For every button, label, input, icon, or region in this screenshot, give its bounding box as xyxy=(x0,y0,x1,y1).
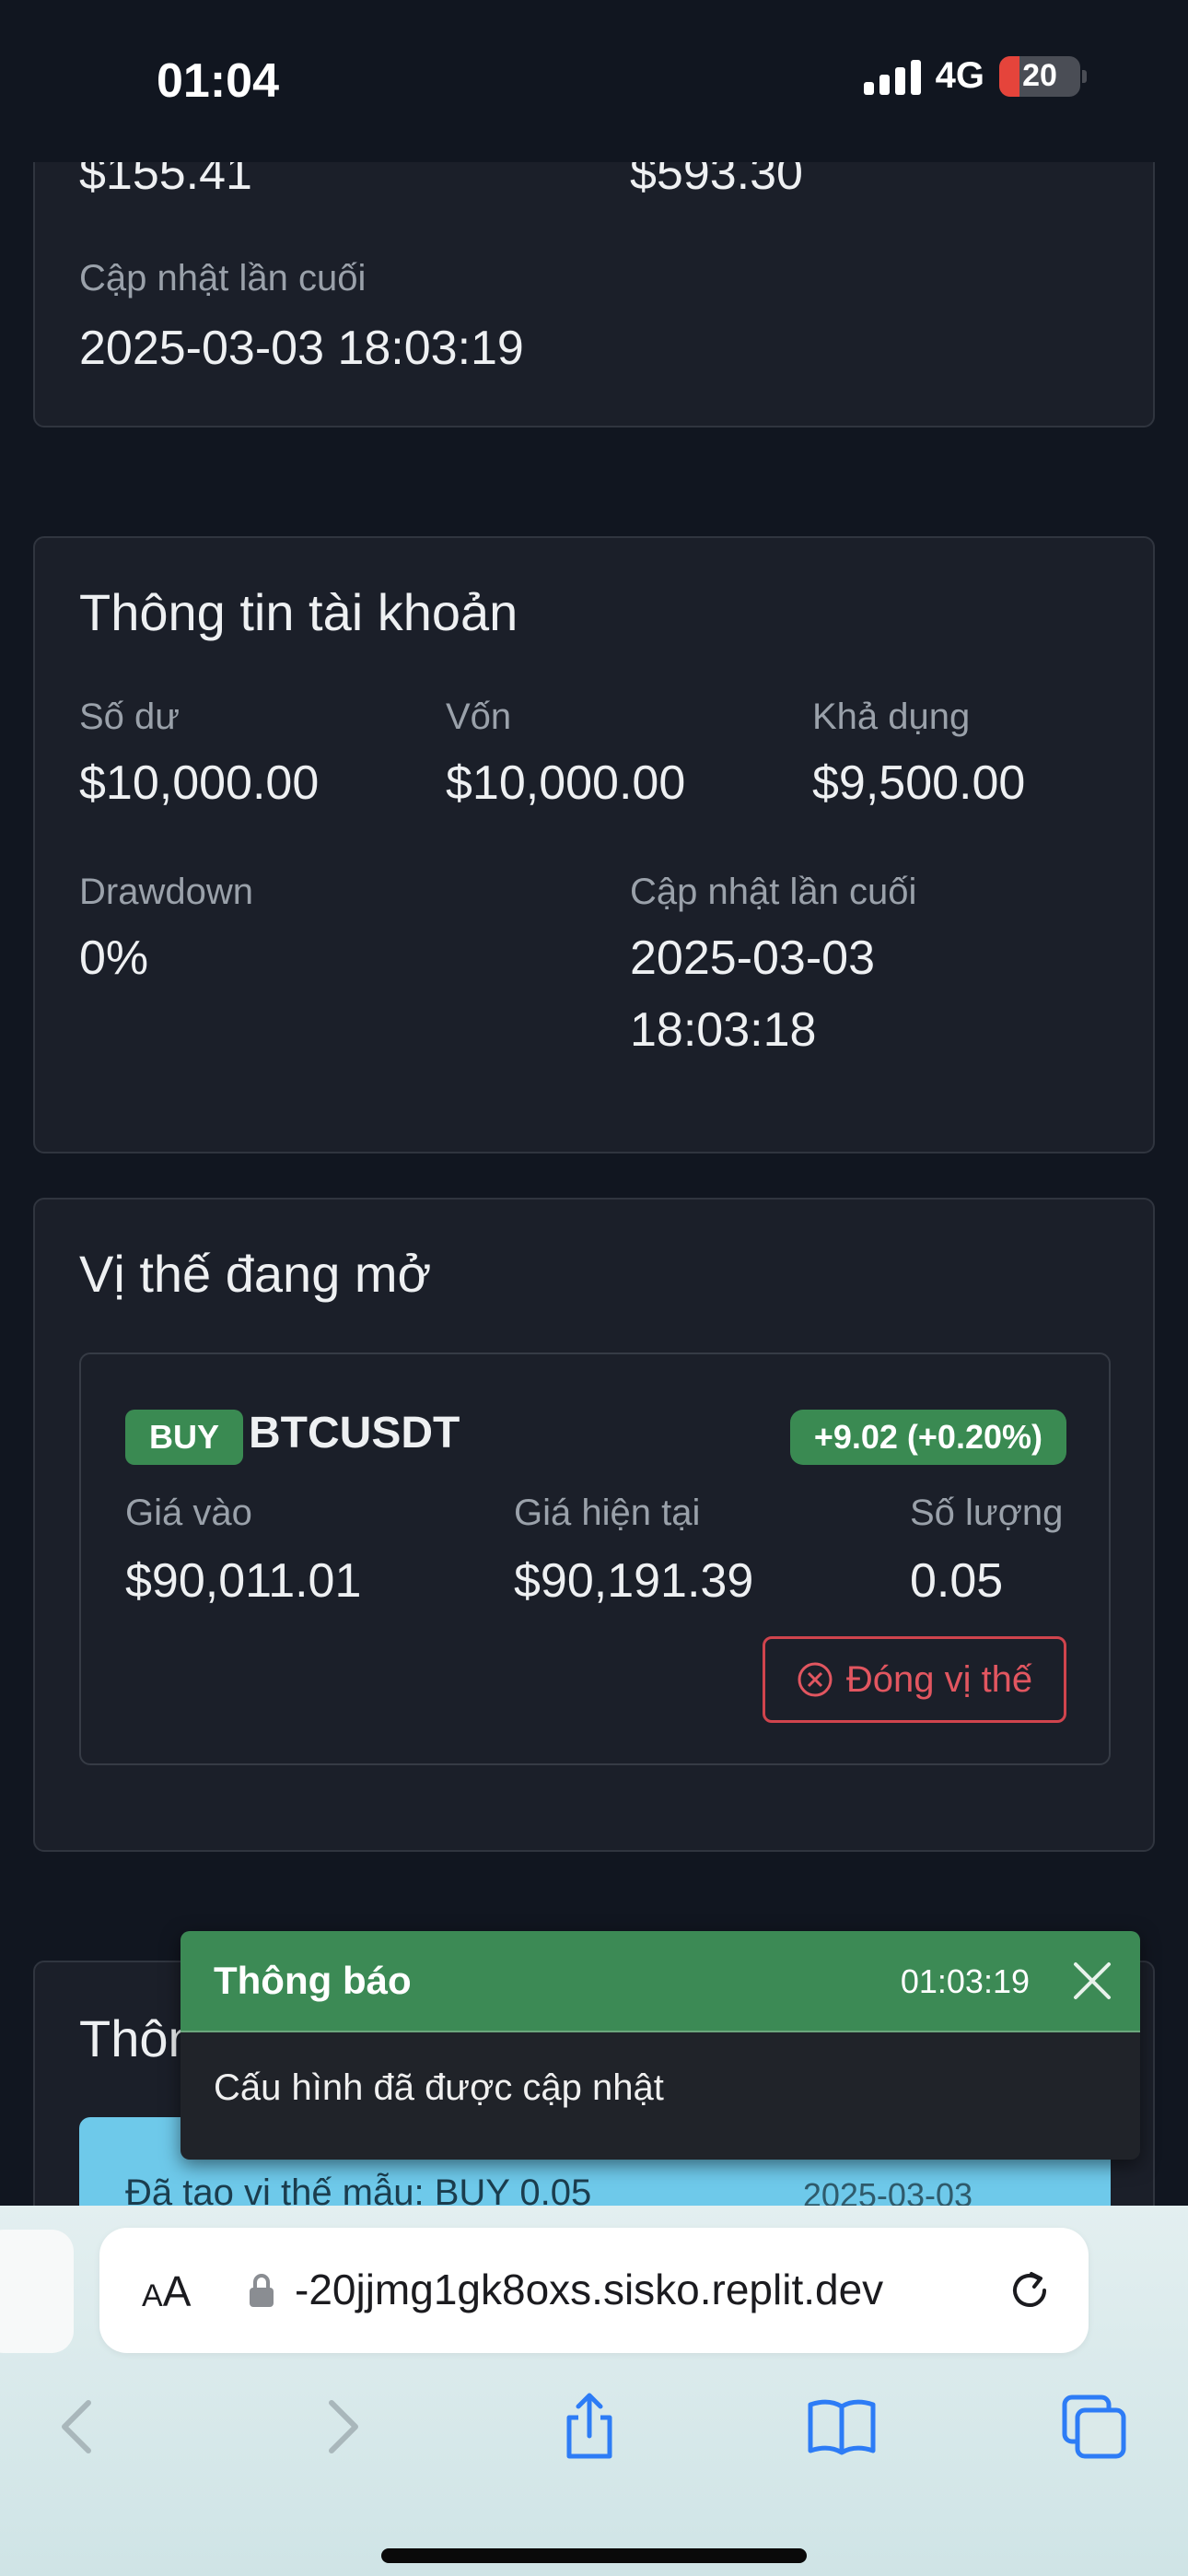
status-time: 01:04 xyxy=(157,54,279,108)
back-icon[interactable] xyxy=(44,2390,118,2464)
toast-title: Thông báo xyxy=(214,1959,412,2002)
battery-tip xyxy=(1082,69,1087,83)
current-price-value: $90,191.39 xyxy=(514,1554,754,1608)
equity-value: $10,000.00 xyxy=(446,756,686,810)
address-bar[interactable]: AA -20jjmg1gk8oxs.sisko.replit.dev xyxy=(99,2228,1089,2353)
home-indicator xyxy=(381,2548,807,2563)
reload-icon[interactable] xyxy=(1004,2265,1055,2316)
battery-icon: 20 xyxy=(999,55,1080,97)
account-last-update-date: 2025-03-03 xyxy=(630,931,875,985)
network-type: 4G xyxy=(935,55,984,96)
quantity-value: 0.05 xyxy=(910,1554,1004,1608)
battery-level: 20 xyxy=(1022,58,1057,93)
summary-last-update-value: 2025-03-03 18:03:19 xyxy=(79,322,524,375)
account-last-update-label: Cập nhật lần cuối xyxy=(630,872,917,912)
account-card: Thông tin tài khoản Số dư $10,000.00 Vốn… xyxy=(33,536,1155,1153)
quantity-label: Số lượng xyxy=(910,1493,1064,1533)
forward-icon[interactable] xyxy=(302,2390,376,2464)
lock-icon xyxy=(250,2274,274,2307)
balance-label: Số dư xyxy=(79,697,181,737)
close-position-button[interactable]: Đóng vị thế xyxy=(763,1636,1066,1723)
browser-bottom-bar: AA -20jjmg1gk8oxs.sisko.replit.dev xyxy=(0,2206,1188,2576)
position-item: BUY BTCUSDT +9.02 (+0.20%) Giá vào $90,0… xyxy=(79,1352,1111,1765)
pnl-badge: +9.02 (+0.20%) xyxy=(789,1410,1066,1465)
browser-toolbar xyxy=(0,2381,1188,2482)
share-icon[interactable] xyxy=(553,2390,626,2464)
bookmarks-icon[interactable] xyxy=(805,2390,879,2464)
positions-card: Vị thế đang mở BUY BTCUSDT +9.02 (+0.20%… xyxy=(33,1198,1155,1852)
url-text[interactable]: -20jjmg1gk8oxs.sisko.replit.dev xyxy=(295,2265,883,2314)
signal-icon xyxy=(863,58,921,95)
log-title: Thôn xyxy=(79,2009,197,2067)
previous-tab-peek[interactable] xyxy=(0,2230,74,2353)
account-last-update-time: 18:03:18 xyxy=(630,1003,817,1057)
equity-label: Vốn xyxy=(446,697,512,737)
available-value: $9,500.00 xyxy=(812,756,1026,810)
tabs-icon[interactable] xyxy=(1057,2390,1131,2464)
reader-settings-button[interactable]: AA xyxy=(142,2266,191,2316)
position-symbol: BTCUSDT xyxy=(249,1409,460,1458)
toast-message: Cấu hình đã được cập nhật xyxy=(214,2067,664,2108)
close-position-label: Đóng vị thế xyxy=(845,1658,1033,1700)
status-bar: 01:04 4G 20 xyxy=(0,0,1188,162)
positions-title: Vị thế đang mở xyxy=(79,1245,432,1303)
toast-header: Thông báo 01:03:19 xyxy=(181,1931,1140,2032)
available-label: Khả dụng xyxy=(812,697,971,737)
toast-time: 01:03:19 xyxy=(900,1962,1030,2000)
toast-notification: Thông báo 01:03:19 Cấu hình đã được cập … xyxy=(181,1931,1140,2160)
balance-value: $10,000.00 xyxy=(79,756,320,810)
side-badge: BUY xyxy=(125,1410,244,1465)
close-circle-icon xyxy=(798,1662,833,1697)
entry-price-label: Giá vào xyxy=(125,1493,252,1533)
status-indicators: 4G 20 xyxy=(863,55,1087,97)
drawdown-label: Drawdown xyxy=(79,872,253,912)
account-title: Thông tin tài khoản xyxy=(79,583,518,641)
close-icon[interactable] xyxy=(1068,1957,1116,2005)
current-price-label: Giá hiện tại xyxy=(514,1493,701,1533)
summary-last-update-label: Cập nhật lần cuối xyxy=(79,258,367,299)
drawdown-value: 0% xyxy=(79,931,149,985)
entry-price-value: $90,011.01 xyxy=(125,1554,362,1608)
